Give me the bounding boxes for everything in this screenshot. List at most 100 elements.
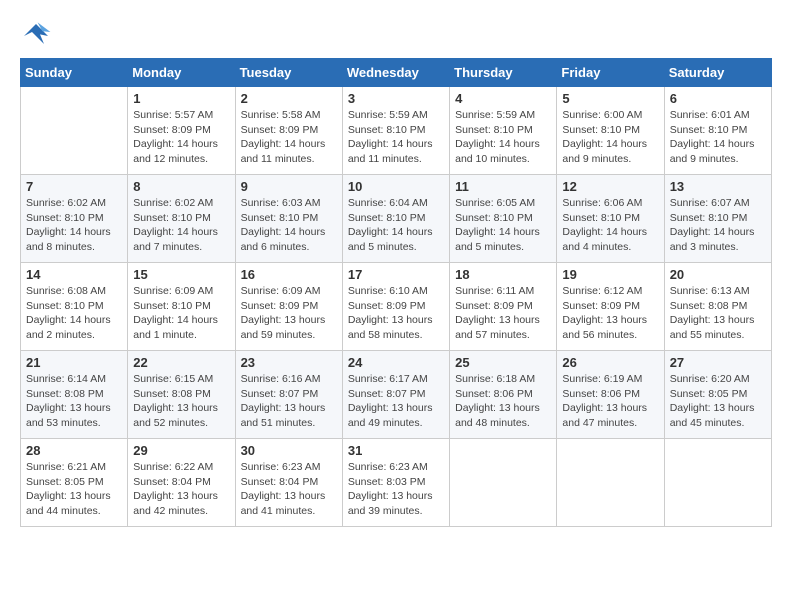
calendar-cell: 18Sunrise: 6:11 AM Sunset: 8:09 PM Dayli… — [450, 263, 557, 351]
day-info: Sunrise: 6:09 AM Sunset: 8:10 PM Dayligh… — [133, 284, 229, 343]
day-number: 23 — [241, 355, 337, 370]
day-info: Sunrise: 6:01 AM Sunset: 8:10 PM Dayligh… — [670, 108, 766, 167]
day-number: 31 — [348, 443, 444, 458]
weekday-header-tuesday: Tuesday — [235, 59, 342, 87]
week-row-1: 1Sunrise: 5:57 AM Sunset: 8:09 PM Daylig… — [21, 87, 772, 175]
day-number: 30 — [241, 443, 337, 458]
calendar-cell: 24 Sunrise: 6:17 AM Sunset: 8:07 PM Dayli… — [342, 351, 449, 439]
day-info: Sunrise: 6:23 AM Sunset: 8:04 PM Dayligh… — [241, 460, 337, 519]
day-info: Sunrise: 6:12 AM Sunset: 8:09 PM Dayligh… — [562, 284, 658, 343]
calendar-cell: 2 Sunrise: 5:58 AM Sunset: 8:09 PM Daylig… — [235, 87, 342, 175]
week-row-3: 14 Sunrise: 6:08 AM Sunset: 8:10 PM Dayli… — [21, 263, 772, 351]
calendar-cell: 29 Sunrise: 6:22 AM Sunset: 8:04 PM Dayli… — [128, 439, 235, 527]
day-info: Sunrise: 6:14 AM Sunset: 8:08 PM Dayligh… — [26, 372, 122, 431]
calendar-cell: 23 Sunrise: 6:16 AM Sunset: 8:07 PM Dayli… — [235, 351, 342, 439]
day-number: 16 — [241, 267, 337, 282]
day-info: Sunrise: 6:23 AM Sunset: 8:03 PM Dayligh… — [348, 460, 444, 519]
calendar-cell: 19 Sunrise: 6:12 AM Sunset: 8:09 PM Dayli… — [557, 263, 664, 351]
day-info: Sunrise: 6:22 AM Sunset: 8:04 PM Dayligh… — [133, 460, 229, 519]
day-number: 20 — [670, 267, 766, 282]
calendar-cell — [450, 439, 557, 527]
calendar-cell: 4Sunrise: 5:59 AM Sunset: 8:10 PM Daylig… — [450, 87, 557, 175]
calendar-cell: 30 Sunrise: 6:23 AM Sunset: 8:04 PM Dayli… — [235, 439, 342, 527]
logo-icon — [20, 20, 52, 48]
day-number: 12 — [562, 179, 658, 194]
calendar-cell: 22 Sunrise: 6:15 AM Sunset: 8:08 PM Dayli… — [128, 351, 235, 439]
day-info: Sunrise: 5:58 AM Sunset: 8:09 PM Dayligh… — [241, 108, 337, 167]
day-info: Sunrise: 6:08 AM Sunset: 8:10 PM Dayligh… — [26, 284, 122, 343]
calendar-cell: 14 Sunrise: 6:08 AM Sunset: 8:10 PM Dayli… — [21, 263, 128, 351]
calendar-cell: 9 Sunrise: 6:03 AM Sunset: 8:10 PM Daylig… — [235, 175, 342, 263]
day-info: Sunrise: 6:21 AM Sunset: 8:05 PM Dayligh… — [26, 460, 122, 519]
calendar-cell: 26Sunrise: 6:19 AM Sunset: 8:06 PM Dayli… — [557, 351, 664, 439]
day-number: 14 — [26, 267, 122, 282]
day-info: Sunrise: 6:15 AM Sunset: 8:08 PM Dayligh… — [133, 372, 229, 431]
day-info: Sunrise: 6:20 AM Sunset: 8:05 PM Dayligh… — [670, 372, 766, 431]
calendar-cell: 28 Sunrise: 6:21 AM Sunset: 8:05 PM Dayli… — [21, 439, 128, 527]
weekday-header-thursday: Thursday — [450, 59, 557, 87]
calendar-cell: 12 Sunrise: 6:06 AM Sunset: 8:10 PM Dayli… — [557, 175, 664, 263]
weekday-header-row: SundayMondayTuesdayWednesdayThursdayFrid… — [21, 59, 772, 87]
day-info: Sunrise: 6:04 AM Sunset: 8:10 PM Dayligh… — [348, 196, 444, 255]
day-info: Sunrise: 6:18 AM Sunset: 8:06 PM Dayligh… — [455, 372, 551, 431]
calendar-cell: 10 Sunrise: 6:04 AM Sunset: 8:10 PM Dayli… — [342, 175, 449, 263]
calendar-cell: 31 Sunrise: 6:23 AM Sunset: 8:03 PM Dayli… — [342, 439, 449, 527]
calendar-cell: 27 Sunrise: 6:20 AM Sunset: 8:05 PM Dayli… — [664, 351, 771, 439]
day-number: 11 — [455, 179, 551, 194]
day-info: Sunrise: 6:02 AM Sunset: 8:10 PM Dayligh… — [133, 196, 229, 255]
week-row-4: 21Sunrise: 6:14 AM Sunset: 8:08 PM Dayli… — [21, 351, 772, 439]
day-number: 10 — [348, 179, 444, 194]
calendar-cell: 1Sunrise: 5:57 AM Sunset: 8:09 PM Daylig… — [128, 87, 235, 175]
calendar-cell — [21, 87, 128, 175]
weekday-header-wednesday: Wednesday — [342, 59, 449, 87]
day-info: Sunrise: 6:16 AM Sunset: 8:07 PM Dayligh… — [241, 372, 337, 431]
calendar-cell: 25 Sunrise: 6:18 AM Sunset: 8:06 PM Dayli… — [450, 351, 557, 439]
day-number: 27 — [670, 355, 766, 370]
calendar-cell: 17Sunrise: 6:10 AM Sunset: 8:09 PM Dayli… — [342, 263, 449, 351]
logo — [20, 20, 56, 48]
day-number: 19 — [562, 267, 658, 282]
calendar-body: 1Sunrise: 5:57 AM Sunset: 8:09 PM Daylig… — [21, 87, 772, 527]
day-number: 22 — [133, 355, 229, 370]
day-number: 3 — [348, 91, 444, 106]
day-number: 2 — [241, 91, 337, 106]
day-number: 25 — [455, 355, 551, 370]
day-number: 8 — [133, 179, 229, 194]
day-number: 28 — [26, 443, 122, 458]
day-number: 15 — [133, 267, 229, 282]
calendar-cell: 20Sunrise: 6:13 AM Sunset: 8:08 PM Dayli… — [664, 263, 771, 351]
calendar-cell: 11 Sunrise: 6:05 AM Sunset: 8:10 PM Dayli… — [450, 175, 557, 263]
calendar-cell: 3 Sunrise: 5:59 AM Sunset: 8:10 PM Daylig… — [342, 87, 449, 175]
day-info: Sunrise: 6:19 AM Sunset: 8:06 PM Dayligh… — [562, 372, 658, 431]
day-info: Sunrise: 6:11 AM Sunset: 8:09 PM Dayligh… — [455, 284, 551, 343]
day-number: 5 — [562, 91, 658, 106]
day-number: 7 — [26, 179, 122, 194]
day-info: Sunrise: 6:17 AM Sunset: 8:07 PM Dayligh… — [348, 372, 444, 431]
calendar-table: SundayMondayTuesdayWednesdayThursdayFrid… — [20, 58, 772, 527]
day-info: Sunrise: 6:03 AM Sunset: 8:10 PM Dayligh… — [241, 196, 337, 255]
day-number: 13 — [670, 179, 766, 194]
calendar-cell: 8 Sunrise: 6:02 AM Sunset: 8:10 PM Daylig… — [128, 175, 235, 263]
calendar-cell: 5Sunrise: 6:00 AM Sunset: 8:10 PM Daylig… — [557, 87, 664, 175]
week-row-5: 28 Sunrise: 6:21 AM Sunset: 8:05 PM Dayli… — [21, 439, 772, 527]
calendar-cell: 16Sunrise: 6:09 AM Sunset: 8:09 PM Dayli… — [235, 263, 342, 351]
weekday-header-friday: Friday — [557, 59, 664, 87]
day-number: 24 — [348, 355, 444, 370]
calendar-cell: 7Sunrise: 6:02 AM Sunset: 8:10 PM Daylig… — [21, 175, 128, 263]
day-number: 4 — [455, 91, 551, 106]
calendar-cell: 13Sunrise: 6:07 AM Sunset: 8:10 PM Dayli… — [664, 175, 771, 263]
day-info: Sunrise: 6:06 AM Sunset: 8:10 PM Dayligh… — [562, 196, 658, 255]
day-info: Sunrise: 6:10 AM Sunset: 8:09 PM Dayligh… — [348, 284, 444, 343]
calendar-cell — [664, 439, 771, 527]
day-number: 9 — [241, 179, 337, 194]
day-info: Sunrise: 6:05 AM Sunset: 8:10 PM Dayligh… — [455, 196, 551, 255]
day-number: 6 — [670, 91, 766, 106]
calendar-cell — [557, 439, 664, 527]
week-row-2: 7 Sunrise: 6:02 AM Sunset: 8:10 PM Daylig… — [21, 175, 772, 263]
weekday-header-sunday: Sunday — [21, 59, 128, 87]
page-header — [20, 20, 772, 48]
calendar-cell: 21Sunrise: 6:14 AM Sunset: 8:08 PM Dayli… — [21, 351, 128, 439]
weekday-header-monday: Monday — [128, 59, 235, 87]
day-number: 29 — [133, 443, 229, 458]
day-info: Sunrise: 5:59 AM Sunset: 8:10 PM Dayligh… — [348, 108, 444, 167]
